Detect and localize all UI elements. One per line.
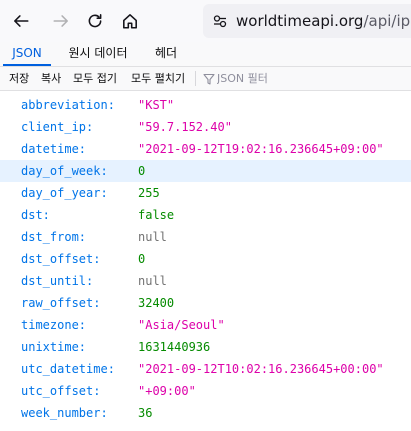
json-row[interactable]: unixtime: 1631440936 bbox=[0, 336, 411, 358]
back-arrow-icon[interactable] bbox=[9, 9, 33, 33]
json-row[interactable]: day_of_year: 255 bbox=[0, 182, 411, 204]
json-key: week_number: bbox=[21, 406, 108, 420]
address-bar[interactable]: worldtimeapi.org/api/ip bbox=[203, 4, 411, 38]
json-value: 0 bbox=[138, 164, 146, 178]
viewer-tabs: JSON 원시 데이터 헤더 bbox=[0, 42, 411, 67]
json-row[interactable]: utc_offset: "+09:00" bbox=[0, 380, 411, 402]
url-host: worldtimeapi.org bbox=[236, 12, 364, 30]
json-value: 0 bbox=[138, 252, 146, 266]
browser-toolbar: worldtimeapi.org/api/ip bbox=[0, 0, 411, 42]
json-value: 1631440936 bbox=[138, 340, 211, 354]
json-row[interactable]: week_number: 36 bbox=[0, 402, 411, 424]
json-key: datetime: bbox=[21, 142, 87, 156]
json-row[interactable]: dst: false bbox=[0, 204, 411, 226]
json-key: utc_datetime: bbox=[21, 362, 115, 376]
json-value: 36 bbox=[138, 406, 153, 420]
url-path: /api/ip bbox=[363, 12, 411, 30]
collapse-all-button[interactable]: 모두 접기 bbox=[73, 67, 117, 90]
home-icon[interactable] bbox=[118, 9, 142, 33]
json-key: dst_until: bbox=[21, 274, 94, 288]
copy-button[interactable]: 복사 bbox=[41, 67, 61, 90]
json-value: "Asia/Seoul" bbox=[138, 318, 225, 332]
json-key: utc_offset: bbox=[21, 384, 101, 398]
json-key: dst_from: bbox=[21, 230, 87, 244]
json-value: 32400 bbox=[138, 296, 175, 310]
url-text[interactable]: worldtimeapi.org/api/ip bbox=[236, 12, 410, 30]
json-key: day_of_year: bbox=[21, 186, 108, 200]
json-row[interactable]: raw_offset: 32400 bbox=[0, 292, 411, 314]
json-key: raw_offset: bbox=[21, 296, 101, 310]
json-row[interactable]: day_of_week: 0 bbox=[0, 160, 411, 182]
json-value: 255 bbox=[138, 186, 160, 200]
json-key: unixtime: bbox=[21, 340, 87, 354]
json-row[interactable]: dst_until: null bbox=[0, 270, 411, 292]
json-row[interactable]: utc_datetime: "2021-09-12T10:02:16.236645… bbox=[0, 358, 411, 380]
json-key: dst_offset: bbox=[21, 252, 101, 266]
site-info-icon[interactable] bbox=[212, 13, 228, 29]
json-row[interactable]: dst_from: null bbox=[0, 226, 411, 248]
json-value: "+09:00" bbox=[138, 384, 196, 398]
json-key: day_of_week: bbox=[21, 164, 108, 178]
forward-arrow-icon[interactable] bbox=[49, 9, 73, 33]
tab-headers[interactable]: 헤더 bbox=[146, 42, 186, 66]
json-value: "2021-09-12T19:02:16.236645+09:00" bbox=[138, 142, 384, 156]
json-value: "KST" bbox=[138, 98, 175, 112]
json-filter-input[interactable] bbox=[217, 69, 337, 87]
json-row[interactable]: timezone: "Asia/Seoul" bbox=[0, 314, 411, 336]
json-key: timezone: bbox=[21, 318, 87, 332]
expand-all-button[interactable]: 모두 펼치기 bbox=[131, 67, 185, 90]
json-row[interactable]: datetime: "2021-09-12T19:02:16.236645+09:… bbox=[0, 138, 411, 160]
json-toolbar: 저장 복사 모두 접기 모두 펼치기 bbox=[0, 67, 411, 91]
tab-raw-data[interactable]: 원시 데이터 bbox=[58, 42, 138, 66]
json-row[interactable]: abbreviation: "KST" bbox=[0, 94, 411, 116]
json-value: false bbox=[138, 208, 175, 222]
filter-icon bbox=[203, 73, 215, 85]
json-tree: abbreviation: "KST" client_ip: "59.7.152.40… bbox=[0, 94, 411, 424]
json-key: client_ip: bbox=[21, 120, 94, 134]
reload-icon[interactable] bbox=[83, 9, 107, 33]
json-key: dst: bbox=[21, 208, 50, 222]
json-value: "2021-09-12T10:02:16.236645+00:00" bbox=[138, 362, 384, 376]
json-value: null bbox=[138, 230, 167, 244]
json-row[interactable]: client_ip: "59.7.152.40" bbox=[0, 116, 411, 138]
tab-json[interactable]: JSON bbox=[3, 42, 51, 66]
json-value: "59.7.152.40" bbox=[138, 120, 232, 134]
json-key: abbreviation: bbox=[21, 98, 115, 112]
json-row[interactable]: dst_offset: 0 bbox=[0, 248, 411, 270]
json-value: null bbox=[138, 274, 167, 288]
toolbar-divider bbox=[195, 71, 196, 86]
save-button[interactable]: 저장 bbox=[9, 67, 29, 90]
